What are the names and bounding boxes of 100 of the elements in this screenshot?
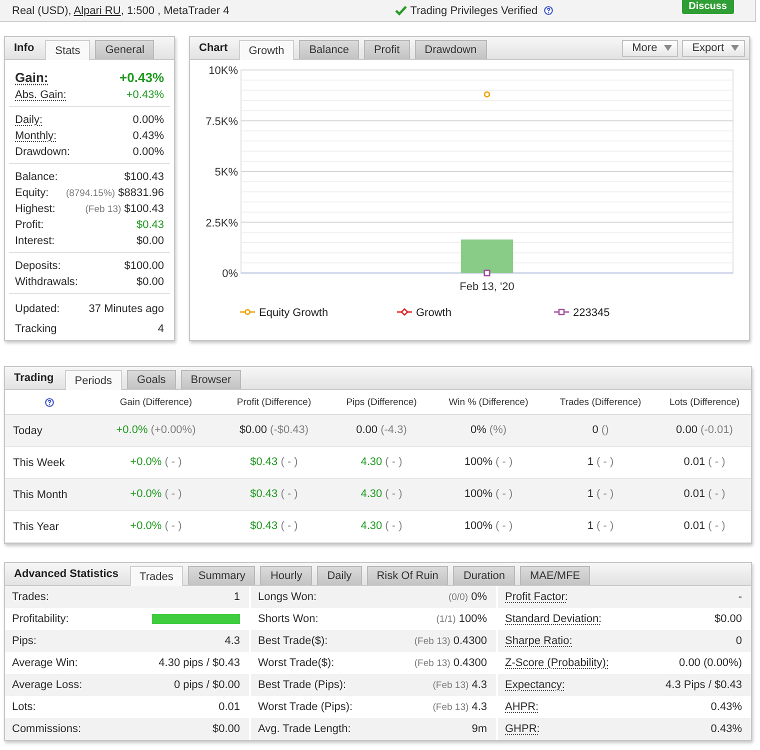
stat-value: 0.00% — [132, 114, 164, 126]
stat-label: Longs Won: — [258, 591, 317, 603]
stat-label: Withdrawals: — [15, 276, 78, 288]
stat-value: $0.00 — [714, 613, 742, 625]
chart-point — [484, 270, 490, 276]
tab[interactable]: Hourly — [260, 566, 312, 585]
table-cell: 0.00 (-0.01) — [658, 415, 751, 447]
stat-value: $0.43 — [136, 219, 164, 231]
stat-label: Lots: — [12, 701, 36, 713]
panel-title: Chart — [199, 42, 228, 54]
dropdown-button[interactable]: More — [622, 40, 678, 56]
panel-title: Trading — [14, 372, 54, 384]
legend-marker-icon[interactable] — [397, 308, 412, 316]
stat-label: Updated: — [15, 303, 60, 315]
stat-label: Profit: — [15, 219, 44, 231]
stat-value: 0.00 (0.00%) — [679, 657, 742, 669]
dropdown-button[interactable]: Export — [682, 40, 745, 56]
table-cell: $0.00 (-$0.43) — [219, 415, 329, 447]
stat-value: 0.43% — [710, 701, 742, 713]
tab[interactable]: Periods — [64, 370, 122, 390]
table-cell: 0.01 ( - ) — [658, 511, 751, 543]
stat-label: Expectancy: — [505, 679, 565, 691]
stat-label: AHPR: — [505, 701, 539, 713]
caret-icon — [664, 45, 672, 51]
chart-point — [484, 91, 490, 98]
stat-label: Sharpe Ratio: — [505, 635, 572, 647]
stat-label: Best Trade (Pips): — [258, 679, 346, 691]
help-icon[interactable] — [44, 398, 54, 406]
tab[interactable]: Profit — [364, 40, 410, 59]
stat-value: (Feb 13) $100.43 — [85, 203, 164, 215]
stat-value: 0.43% — [710, 723, 742, 735]
y-axis-label: 2.5K% — [206, 217, 238, 230]
table-cell: 4.30 ( - ) — [329, 479, 434, 511]
tab[interactable]: Browser — [180, 370, 242, 389]
stat-value: $100.43 — [124, 171, 164, 183]
stat-value: (Feb 13) 4.3 — [432, 701, 487, 713]
stat-value: (1/1) 100% — [436, 613, 487, 625]
stat-label: Monthly: — [15, 130, 57, 142]
table-cell: $0.43 ( - ) — [219, 479, 329, 511]
stat-label: Average Win: — [12, 657, 78, 669]
stat-label: Equity: — [15, 187, 49, 199]
tab[interactable]: Risk Of Ruin — [366, 566, 448, 585]
table-cell: 0 () — [543, 415, 658, 447]
broker-link[interactable]: Alpari RU — [74, 4, 121, 16]
stat-value: (0/0) 0% — [448, 591, 487, 603]
stat-value: 4.3 Pips / $0.43 — [666, 679, 742, 691]
x-axis-label: Feb 13, '20 — [460, 281, 514, 293]
stat-label: Abs. Gain: — [15, 89, 66, 101]
tab[interactable]: MAE/MFE — [520, 566, 590, 585]
help-icon[interactable] — [544, 6, 553, 15]
stat-label: Drawdown: — [15, 146, 70, 158]
stat-label: Commissions: — [12, 723, 82, 735]
stat-value: 4.3 — [224, 635, 240, 647]
table-cell: 0.01 ( - ) — [658, 479, 751, 511]
stat-value: 37 Minutes ago — [88, 303, 164, 315]
table-cell: +0.0% (+0.00%) — [93, 415, 219, 447]
tab[interactable]: General — [95, 40, 154, 59]
stat-label: Trades: — [12, 591, 49, 603]
stat-label: Balance: — [15, 171, 58, 183]
table-cell: 1 ( - ) — [543, 479, 658, 511]
tab[interactable]: Drawdown — [414, 40, 487, 59]
tab[interactable]: Summary — [188, 566, 256, 585]
stat-value: $100.00 — [124, 260, 164, 272]
panel-title: Advanced Statistics — [14, 568, 119, 580]
legend-marker-icon[interactable] — [240, 309, 255, 315]
tab[interactable]: Growth — [238, 40, 294, 60]
tab[interactable]: Goals — [127, 370, 176, 389]
stat-value: (8794.15%) $8831.96 — [66, 187, 164, 199]
stat-label: Worst Trade($): — [258, 657, 334, 669]
table-cell: 100% ( - ) — [434, 479, 543, 511]
stat-label: Best Trade($): — [258, 635, 328, 647]
verified-label: Trading Privileges Verified — [410, 4, 538, 16]
stat-value: 0.00% — [132, 146, 164, 158]
tab[interactable]: Duration — [453, 566, 516, 585]
stat-label: Pips: — [12, 635, 36, 647]
stat-value: 4 — [158, 323, 164, 335]
stat-value: (Feb 13) 0.4300 — [414, 657, 487, 669]
table-cell: 0.00 (-4.3) — [329, 415, 434, 447]
stat-value: - — [738, 591, 742, 603]
y-axis-label: 5K% — [214, 166, 238, 178]
account-summary: Real (USD), Alpari RU, 1:500 , MetaTrader 4 — [12, 4, 230, 16]
y-axis-label: 0% — [222, 268, 238, 280]
tab[interactable]: Stats — [45, 40, 90, 60]
table-cell: +0.0% ( - ) — [93, 479, 219, 511]
legend-label[interactable]: Growth — [416, 307, 452, 319]
stat-label: Deposits: — [15, 260, 61, 272]
stat-label: Standard Deviation: — [505, 613, 602, 625]
stat-value: (Feb 13) 4.3 — [432, 679, 487, 691]
tab[interactable]: Daily — [317, 566, 362, 585]
period-cell: This Year — [5, 511, 93, 543]
stat-label: Profit Factor: — [505, 591, 568, 603]
tab[interactable]: Trades — [130, 566, 184, 586]
tab[interactable]: Balance — [299, 40, 359, 59]
legend-label[interactable]: 223345 — [573, 307, 610, 319]
stat-value: 4.30 pips / $0.43 — [158, 657, 240, 669]
legend-label[interactable]: Equity Growth — [259, 307, 328, 319]
stat-value: +0.43% — [126, 89, 164, 101]
stat-value: (Feb 13) 0.4300 — [414, 635, 487, 647]
legend-marker-icon[interactable] — [554, 308, 569, 316]
period-cell: This Week — [5, 447, 93, 479]
